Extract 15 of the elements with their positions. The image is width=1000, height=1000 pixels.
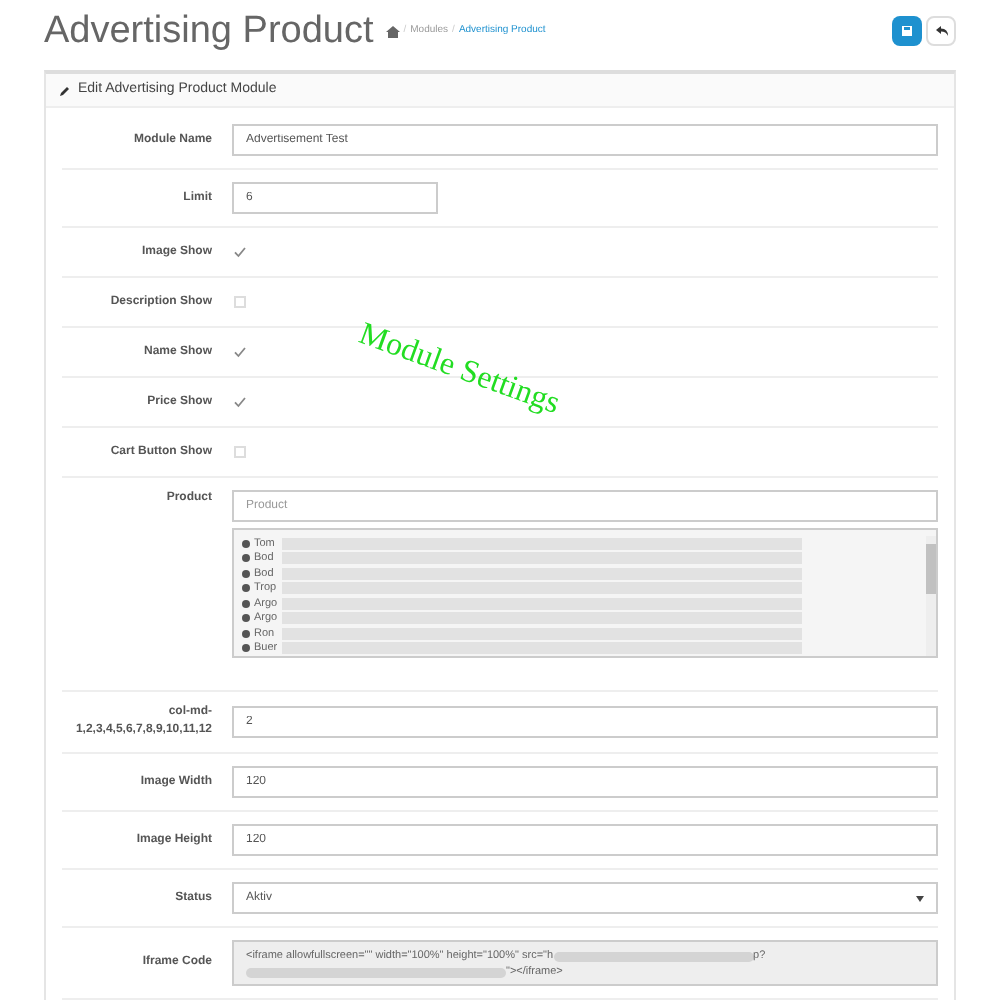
- checkbox[interactable]: [232, 395, 246, 409]
- back-button[interactable]: [926, 16, 956, 46]
- checkmark-icon: [233, 246, 245, 258]
- caret-icon: [916, 895, 924, 901]
- checkmark-icon: [233, 346, 245, 358]
- scrollbar[interactable]: [926, 536, 936, 656]
- home-icon[interactable]: [385, 25, 400, 37]
- page-title: Advertising Product: [44, 12, 374, 50]
- pencil-icon: [60, 85, 70, 95]
- floppy-icon: [902, 26, 912, 36]
- reply-arrow-icon: [935, 26, 947, 36]
- checkbox[interactable]: [232, 345, 246, 359]
- annotation-text: Module Settings: [352, 315, 567, 426]
- checkmark-icon: [233, 396, 245, 408]
- checkbox[interactable]: [232, 245, 246, 259]
